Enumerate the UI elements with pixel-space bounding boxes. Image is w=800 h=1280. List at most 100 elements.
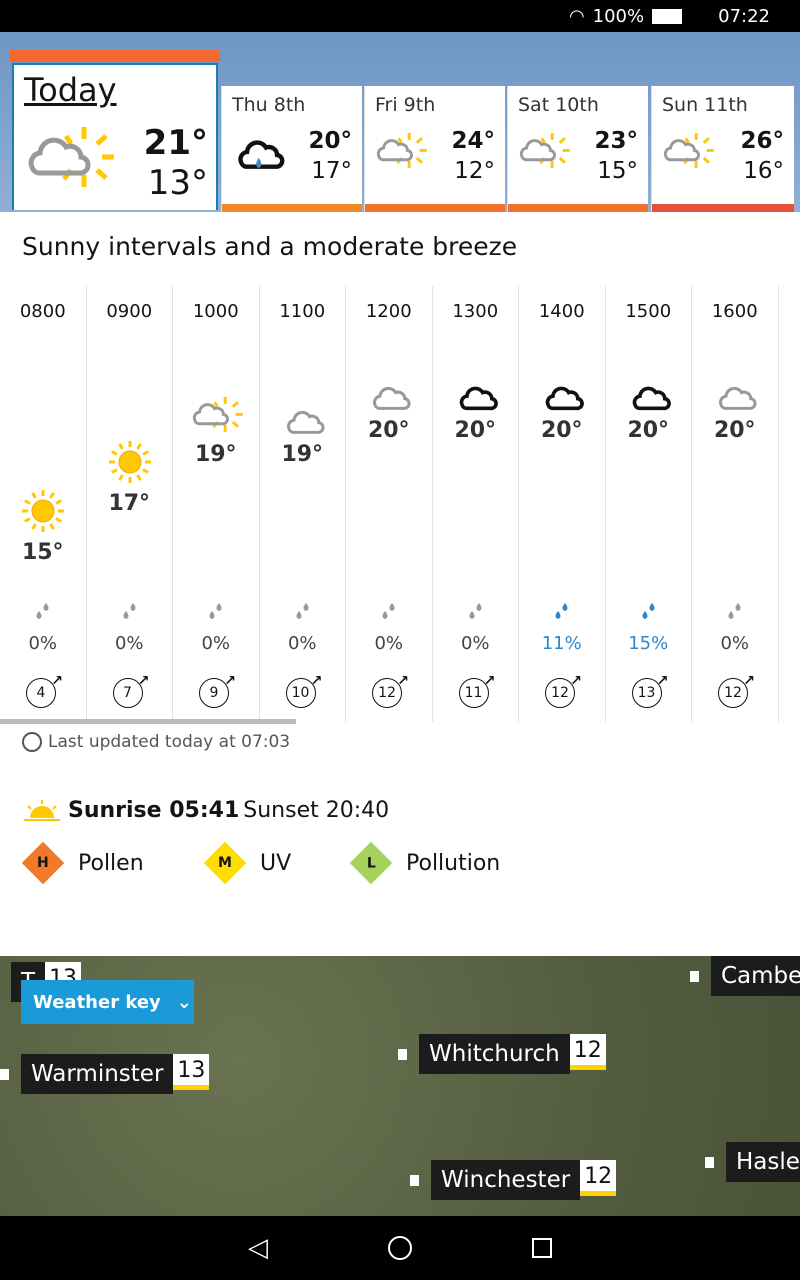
hour-time: 1500 (625, 301, 672, 322)
hour-column[interactable]: 1000 19° 0% 9 ↗ (173, 286, 260, 722)
day-label: Fri 9th (375, 94, 436, 116)
low-temp: 12° (454, 158, 495, 184)
wind-value: 12 (724, 685, 742, 701)
hour-time: 1000 (192, 301, 239, 322)
wind-speed: 12 ↗ (718, 673, 755, 708)
sun-cloud-icon (376, 131, 429, 170)
wind-speed: 13 ↗ (631, 673, 669, 708)
sun-icon (108, 441, 151, 483)
hourly-scrollbar[interactable] (0, 719, 296, 724)
day-tab-today[interactable]: Today 21° 13° (10, 50, 220, 212)
chevron-down-icon: ⌄ (176, 991, 192, 1013)
map-place[interactable]: Camber (690, 956, 800, 996)
wind-direction-icon: ↗ (137, 673, 150, 689)
hour-column[interactable]: 0800 15° 0% 4 ↗ (0, 286, 87, 722)
wind-value: 12 (551, 685, 569, 701)
sun-icon (22, 490, 64, 532)
sunrise-icon (24, 799, 60, 821)
wind-direction-icon: ↗ (483, 673, 496, 689)
wind-value: 10 (291, 685, 310, 701)
hour-column[interactable]: 1200 20° 0% 12 ↗ (346, 286, 433, 722)
forecast-summary: Sunny intervals and a moderate breeze (22, 232, 518, 261)
wind-value: 4 (36, 685, 46, 701)
hour-time: 0800 (19, 301, 66, 322)
place-temp: 12 (569, 1034, 606, 1070)
hour-time: 1300 (452, 301, 499, 322)
low-temp: 16° (743, 158, 784, 184)
wind-speed: 11 ↗ (458, 673, 496, 708)
back-icon[interactable]: ◁ (248, 1233, 268, 1263)
wind-value: 11 (464, 685, 483, 701)
hour-column[interactable]: 1600 20° 0% 12 ↗ (692, 286, 779, 722)
weather-key-button[interactable]: Weather key ⌄ (21, 980, 194, 1024)
index-uv[interactable]: M UV (203, 841, 292, 885)
index-label: Pollen (78, 850, 144, 876)
wind-value: 12 (378, 685, 396, 701)
wind-speed: 10 ↗ (285, 673, 323, 708)
sunrise: Sunrise 05:41 (68, 798, 240, 823)
battery-percent: 100% (592, 5, 645, 27)
battery-icon (652, 8, 683, 24)
place-temp: 13 (173, 1054, 210, 1090)
wind-direction-icon: ↗ (310, 673, 323, 689)
sun-cloud-icon (663, 131, 716, 170)
place-marker (0, 1068, 9, 1080)
index-pollen[interactable]: H Pollen (21, 841, 144, 885)
map-place[interactable]: Winchester 12 (410, 1160, 617, 1200)
map-place[interactable]: Warminster 13 (0, 1054, 210, 1094)
hour-column[interactable]: 0900 17° 0% 7 ↗ (87, 286, 173, 722)
hour-column[interactable]: 1300 20° 0% 11 ↗ (433, 286, 519, 722)
place-temp: 12 (580, 1160, 617, 1196)
hour-time: 1600 (711, 301, 758, 322)
day-tab[interactable]: Thu 8th 20° 17° (221, 86, 362, 212)
raindrops-icon (469, 603, 481, 619)
day-label: Thu 8th (232, 94, 306, 116)
day-tab[interactable]: Sat 10th 23° 15° (507, 86, 648, 212)
day-label: Today (24, 71, 117, 109)
map-place[interactable]: Whitchurch 12 (398, 1034, 606, 1074)
hour-time: 1200 (365, 301, 412, 322)
index-pollution[interactable]: L Pollution (349, 841, 500, 885)
map-place[interactable]: Hasle (705, 1142, 800, 1182)
wind-direction-icon: ↗ (743, 673, 755, 689)
rain-chance: 0% (114, 633, 144, 654)
hour-time: 0900 (106, 301, 153, 322)
high-temp: 21° (143, 123, 208, 163)
day-label: Sat 10th (518, 94, 599, 116)
day-tab[interactable]: Sun 11th 26° 16° (651, 86, 794, 212)
raindrops-icon (555, 603, 568, 619)
rain-chance: 0% (374, 633, 404, 654)
index-label: UV (260, 850, 292, 876)
sunrise-sunset: Sunrise 05:41 Sunset 20:40 (24, 798, 389, 823)
hour-column[interactable]: 1400 20° 11% 12 ↗ (519, 286, 606, 722)
hour-temp: 17° (108, 491, 151, 516)
wind-value: 9 (209, 685, 219, 701)
hour-temp: 19° (194, 442, 237, 467)
level-badge: M (203, 841, 247, 885)
place-name: Hasle (726, 1142, 800, 1182)
cloud-icon (459, 386, 498, 410)
hour-column[interactable]: 1500 20° 15% 13 ↗ (606, 286, 692, 722)
day-tab[interactable]: Fri 9th 24° 12° (364, 86, 505, 212)
wind-direction-icon: ↗ (51, 673, 63, 689)
hourly-forecast[interactable]: 0800 15° 0% 4 ↗ 0900 17° 0% 7 ↗ 1000 19° 0… (0, 286, 800, 722)
wind-direction-icon: ↗ (656, 673, 669, 689)
temperature-bar (365, 204, 505, 212)
recents-icon[interactable] (532, 1238, 552, 1258)
hour-temp: 20° (367, 417, 410, 443)
wind-value: 13 (637, 685, 656, 701)
hour-column[interactable]: 1100 19° 0% 10 ↗ (260, 286, 346, 722)
wifi-icon: ◠ (568, 5, 585, 27)
hour-time: 1400 (538, 301, 585, 322)
cloud-icon (718, 386, 757, 410)
cloud-icon (372, 386, 411, 410)
raindrops-icon (36, 603, 49, 619)
high-temp: 23° (594, 128, 638, 154)
wind-speed: 7 ↗ (112, 673, 150, 708)
rain-chance: 0% (460, 633, 490, 654)
home-icon[interactable] (388, 1236, 412, 1260)
cloud-icon (545, 386, 584, 410)
place-name: Whitchurch (419, 1034, 570, 1074)
hour-temp: 20° (627, 417, 670, 443)
raindrops-icon (296, 603, 308, 619)
